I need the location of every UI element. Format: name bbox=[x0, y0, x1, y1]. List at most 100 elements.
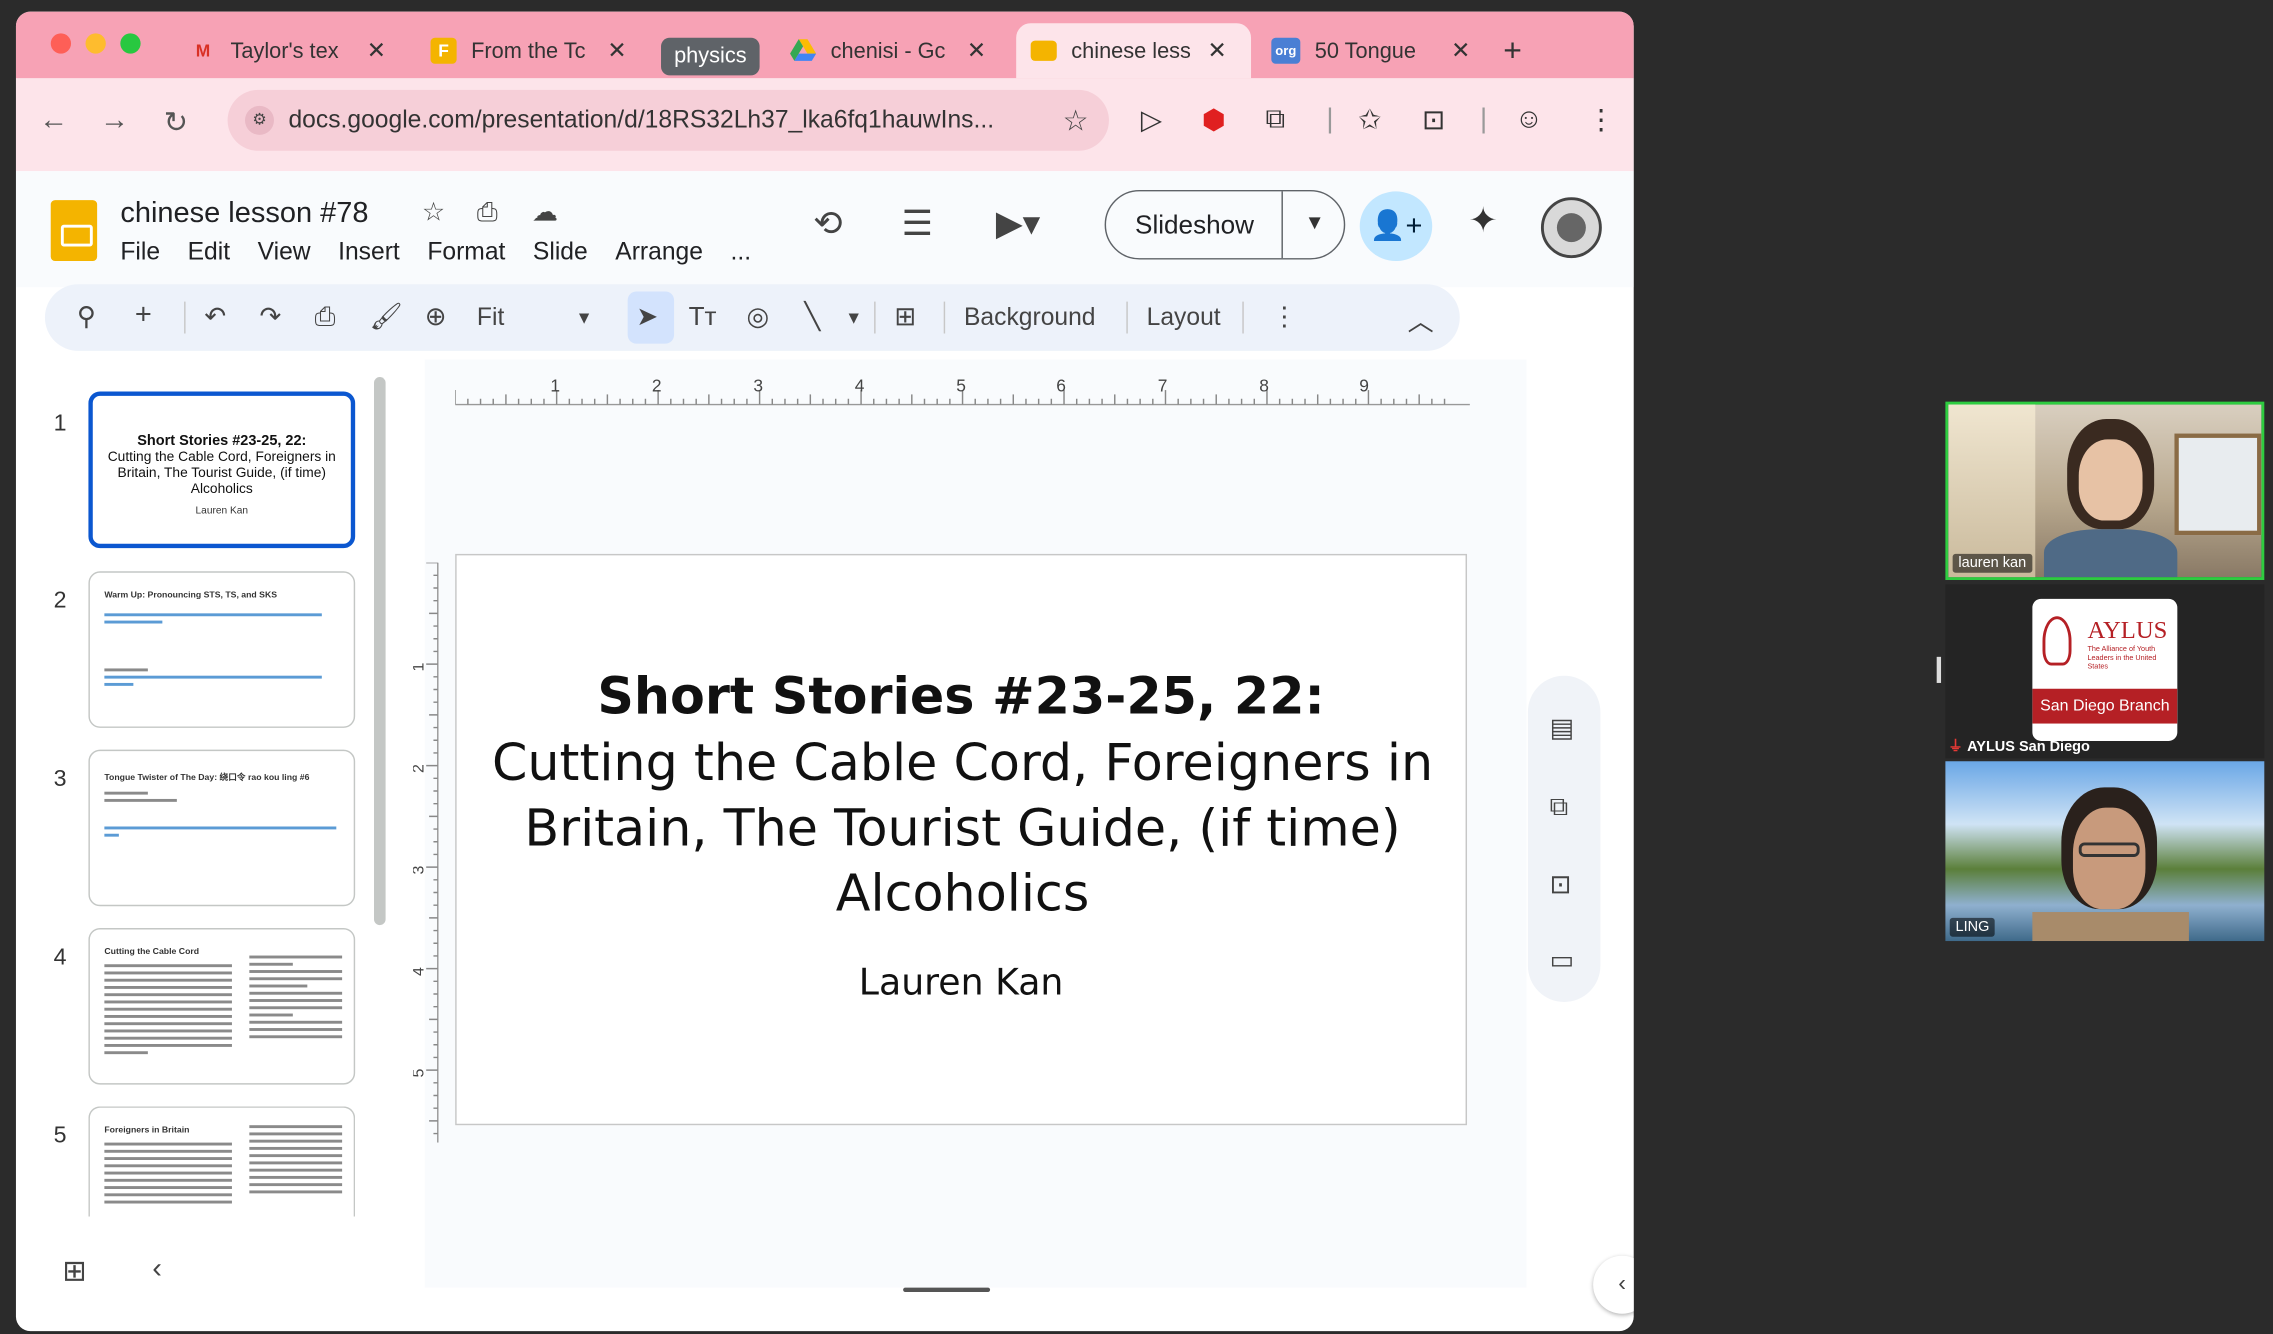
slide-thumbnail-4[interactable]: Cutting the Cable Cord bbox=[88, 928, 356, 1085]
tab-group-physics[interactable]: physics bbox=[661, 37, 760, 76]
menu-insert[interactable]: Insert bbox=[338, 238, 400, 267]
print-icon[interactable]: ⎙ bbox=[315, 302, 336, 332]
url-text[interactable]: docs.google.com/presentation/d/18RS32Lh3… bbox=[288, 106, 994, 135]
gemini-sparkle-icon[interactable]: ✦ bbox=[1468, 200, 1497, 242]
tab-drive[interactable]: chenisi - Gc ✕ bbox=[776, 23, 986, 78]
move-folder-icon[interactable]: ⎙ bbox=[477, 197, 498, 227]
back-icon[interactable]: ← bbox=[39, 104, 68, 137]
profile-icon[interactable]: ☺ bbox=[1515, 104, 1543, 136]
forward-icon[interactable]: → bbox=[100, 104, 129, 137]
search-menus-icon[interactable]: ⚲ bbox=[77, 302, 96, 332]
video-tile-aylus[interactable]: AYLUS The Alliance of Youth Leaders in t… bbox=[1945, 584, 2265, 759]
close-tab-icon[interactable]: ✕ bbox=[1208, 36, 1227, 65]
layout-button[interactable]: Layout bbox=[1147, 303, 1221, 332]
tab-gmail[interactable]: M Taylor's tex ✕ bbox=[175, 23, 386, 78]
new-tab-icon[interactable]: + bbox=[1503, 32, 1522, 70]
folder-icon[interactable]: ▭ bbox=[1550, 945, 1575, 975]
slides-logo-icon[interactable] bbox=[50, 200, 98, 261]
document-title[interactable]: chinese lesson #78 bbox=[120, 197, 368, 230]
close-tab-icon[interactable]: ✕ bbox=[367, 36, 386, 65]
video-tile-ling[interactable]: LING bbox=[1945, 761, 2265, 942]
cursor-extension-icon[interactable]: ▷ bbox=[1141, 104, 1162, 137]
meet-camera-icon[interactable]: ▶▾ bbox=[996, 203, 1040, 245]
collapse-side-panel-icon[interactable]: ‹ bbox=[1593, 1255, 1634, 1314]
maximize-window-button[interactable] bbox=[120, 33, 141, 54]
slide-author[interactable]: Lauren Kan bbox=[457, 961, 1466, 1003]
slide-thumbnail-5[interactable]: Foreigners in Britain bbox=[88, 1106, 356, 1217]
shape-icon[interactable]: ◎ bbox=[747, 302, 770, 332]
close-tab-icon[interactable]: ✕ bbox=[967, 36, 986, 65]
slide-number: 1 bbox=[53, 411, 67, 437]
filmstrip-scrollbar[interactable] bbox=[374, 377, 386, 926]
line-dropdown-icon[interactable]: ▼ bbox=[845, 307, 862, 327]
redo-icon[interactable]: ↷ bbox=[259, 302, 281, 332]
background-button[interactable]: Background bbox=[964, 303, 1096, 332]
gmail-icon: M bbox=[195, 40, 211, 61]
aylus-logo-text: AYLUS bbox=[2087, 616, 2168, 644]
slideshow-button[interactable]: Slideshow ▼ bbox=[1104, 189, 1346, 260]
menu-more[interactable]: ... bbox=[730, 238, 751, 267]
site-info-icon[interactable]: ⚙ bbox=[244, 105, 274, 135]
zoom-dropdown-icon[interactable]: ▼ bbox=[575, 307, 592, 327]
slide-thumbnail-2[interactable]: Warm Up: Pronouncing STS, TS, and SKS bbox=[88, 571, 356, 728]
cloud-saved-icon[interactable]: ☁ bbox=[532, 197, 558, 227]
collapse-toolbar-icon[interactable]: ︿ bbox=[1408, 302, 1434, 340]
more-options-icon[interactable]: ⋮ bbox=[1271, 302, 1297, 332]
close-tab-icon[interactable]: ✕ bbox=[607, 36, 626, 65]
menu-file[interactable]: File bbox=[120, 238, 160, 267]
toolbar-divider: | bbox=[1480, 104, 1488, 135]
hide-filmstrip-icon[interactable]: ‹ bbox=[152, 1253, 162, 1286]
themes-icon[interactable]: ⧉ bbox=[1550, 792, 1569, 822]
browser-window: M Taylor's tex ✕ F From the Tc ✕ physics… bbox=[15, 11, 1634, 1332]
comments-icon[interactable]: ☰ bbox=[902, 203, 933, 245]
close-tab-icon[interactable]: ✕ bbox=[1451, 36, 1470, 65]
undo-icon[interactable]: ↶ bbox=[204, 302, 226, 332]
slide-title[interactable]: Short Stories #23-25, 22: bbox=[457, 668, 1466, 726]
ruler-label: 2 bbox=[413, 764, 427, 773]
tab-label: Taylor's tex bbox=[230, 38, 339, 64]
account-avatar[interactable] bbox=[1540, 197, 1602, 259]
text-box-icon[interactable]: Tт bbox=[689, 302, 717, 332]
adblock-extension-icon[interactable]: ⬢ bbox=[1202, 104, 1226, 137]
tab-search-icon[interactable]: ⊡ bbox=[1422, 104, 1445, 137]
select-cursor-icon[interactable]: ➤ bbox=[636, 302, 658, 332]
address-bar[interactable]: ⚙ docs.google.com/presentation/d/18RS32L… bbox=[227, 89, 1109, 151]
menu-view[interactable]: View bbox=[258, 238, 311, 267]
tab-docs[interactable]: F From the Tc ✕ bbox=[416, 23, 627, 78]
menu-slide[interactable]: Slide bbox=[533, 238, 588, 267]
menu-arrange[interactable]: Arrange bbox=[615, 238, 703, 267]
browser-menu-icon[interactable]: ⋮ bbox=[1587, 104, 1615, 137]
grid-view-icon[interactable]: ⊞ bbox=[62, 1253, 86, 1289]
slide-subtitle[interactable]: Cutting the Cable Cord, Foreigners in Br… bbox=[486, 732, 1440, 928]
slide-number: 4 bbox=[53, 945, 67, 971]
version-history-icon[interactable]: ⟲ bbox=[813, 203, 842, 245]
minimize-window-button[interactable] bbox=[85, 33, 106, 54]
speaker-notes-handle[interactable] bbox=[903, 1287, 991, 1292]
ruler-label: 2 bbox=[652, 375, 662, 395]
add-comment-icon[interactable]: ⊞ bbox=[894, 302, 916, 332]
zoom-icon[interactable]: ⊕ bbox=[425, 302, 447, 332]
close-window-button[interactable] bbox=[50, 33, 72, 54]
menu-format[interactable]: Format bbox=[427, 238, 505, 267]
tab-slides-active[interactable]: chinese less ✕ bbox=[1016, 23, 1252, 79]
paint-format-icon[interactable]: 🖌 bbox=[370, 302, 403, 332]
current-slide[interactable]: Short Stories #23-25, 22: Cutting the Ca… bbox=[455, 553, 1468, 1126]
menu-edit[interactable]: Edit bbox=[188, 238, 230, 267]
zoom-select[interactable]: Fit bbox=[477, 303, 504, 332]
slide-thumbnail-1[interactable]: Short Stories #23-25, 22: Cutting the Ca… bbox=[88, 391, 356, 549]
speaker-notes-icon[interactable]: ▤ bbox=[1550, 713, 1575, 743]
tab-tongue-twisters[interactable]: org 50 Tongue ✕ bbox=[1257, 23, 1471, 78]
contacts-icon[interactable]: ⊡ bbox=[1550, 870, 1572, 900]
reload-icon[interactable]: ↻ bbox=[164, 104, 188, 140]
extensions-puzzle-icon[interactable]: ⧉ bbox=[1266, 104, 1286, 136]
star-icon[interactable]: ☆ bbox=[422, 197, 445, 227]
bookmarks-icon[interactable]: ✩ bbox=[1358, 104, 1381, 137]
slide-thumbnail-3[interactable]: Tongue Twister of The Day: 绕口令 rao kou l… bbox=[88, 749, 356, 907]
bookmark-star-icon[interactable]: ☆ bbox=[1063, 103, 1089, 139]
new-slide-icon[interactable]: + bbox=[135, 299, 152, 332]
video-tile-lauren[interactable]: lauren kan bbox=[1945, 401, 2265, 580]
share-add-person-icon[interactable]: 👤+ bbox=[1359, 191, 1433, 261]
line-icon[interactable]: ╲ bbox=[805, 302, 821, 332]
ruler-label: 4 bbox=[855, 375, 865, 395]
slideshow-dropdown-icon[interactable]: ▼ bbox=[1305, 210, 1325, 233]
